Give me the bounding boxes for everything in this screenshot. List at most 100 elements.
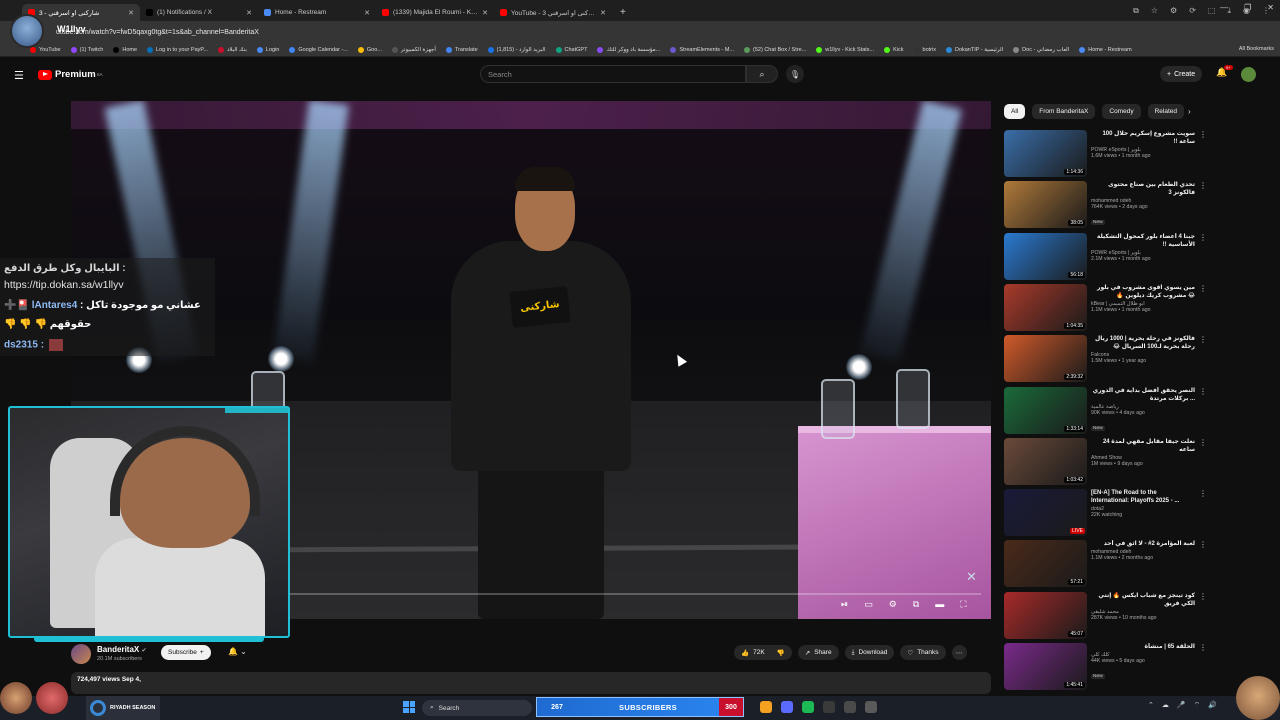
bookmark-item[interactable]: بنك البلاد [217,46,247,53]
youtube-logo[interactable]: Premium SA [38,69,103,80]
bookmark-item[interactable]: YouTube [30,46,61,53]
more-options-icon[interactable]: ⋮ [1199,233,1207,242]
captions-icon[interactable]: ▭ [864,599,873,610]
app-icon[interactable] [823,701,835,713]
more-options-icon[interactable]: ⋮ [1199,335,1207,344]
tray-chevron-icon[interactable]: ⌃ [1148,701,1154,710]
voice-search-button[interactable]: 🎙 [786,65,804,83]
new-tab-button[interactable]: + [612,7,634,21]
video-title[interactable]: الحلقة 65 | منشأة [1091,643,1195,651]
bookmark-item[interactable]: Log in to your PayP... [147,46,208,53]
video-thumbnail[interactable]: 57:21 [1004,540,1087,588]
fullscreen-icon[interactable]: ⛶ [960,599,966,610]
browser-tab[interactable]: YouTube - 3 شارکنی او اسرقني ✕ [494,4,612,21]
recommended-video[interactable]: 2:39:32 فالكونز في رحلة بحرية | 1000 ريال… [1004,335,1207,383]
bookmark-item[interactable]: StreamElements - M... [670,46,734,53]
video-thumbnail[interactable]: 45:07 [1004,591,1087,639]
refresh-icon[interactable]: ⟳ [1189,6,1196,16]
video-thumbnail[interactable]: 1:04:35 [1004,283,1087,331]
channel-name[interactable]: BanderitaX ✔ [97,645,147,654]
filter-chip[interactable]: Comedy [1102,104,1141,119]
autoplay-toggle-icon[interactable]: ⏯ [841,599,848,610]
account-avatar[interactable] [1241,67,1256,82]
download-button[interactable]: ⤓ Download [844,645,895,660]
bookmark-item[interactable]: Google Calendar -... [289,46,348,53]
address-bar[interactable]: utube.com/watch?v=fwD5qaxg0tg&t=1s&ab_ch… [0,21,1280,43]
app-icon[interactable] [844,701,856,713]
extension-icon[interactable]: ⚙ [1170,6,1177,16]
more-options-icon[interactable]: ⋮ [1199,489,1207,498]
video-description-box[interactable]: 724,497 views Sep 4, [71,672,991,694]
tab-close-icon[interactable]: ✕ [246,9,252,17]
video-thumbnail[interactable]: 1:33:14 [1004,386,1087,434]
create-button[interactable]: + Create [1160,66,1203,82]
video-title[interactable]: كود تينجز مع شباب ايكس 🔥 إنتي الكي فريق [1091,592,1195,608]
bookmark-item[interactable]: مؤسسة باد ووكر للتك... [597,46,660,53]
network-icon[interactable]: ⌔ [1194,701,1201,710]
video-title[interactable]: لعبة المؤامرة 2# - لا اثق في أحد [1091,540,1195,548]
recommended-video[interactable]: 57:21 لعبة المؤامرة 2# - لا اثق في أحد moh… [1004,540,1207,588]
recommended-video[interactable]: 45:07 كود تينجز مع شباب ايكس 🔥 إنتي الكي … [1004,591,1207,640]
recommended-video[interactable]: 56:18 جبنا 4 أعضاء بلور كمحول التشكيلة ال… [1004,232,1207,281]
tab-close-icon[interactable]: ✕ [482,9,488,17]
more-options-icon[interactable]: ⋮ [1199,592,1207,601]
filter-chip[interactable]: From BanderitaX [1032,104,1096,119]
bookmark-item[interactable]: DokanTIP - الرئيسية [945,46,1003,53]
url-text[interactable]: utube.com/watch?v=fwD5qaxg0tg&t=1s&ab_ch… [56,29,259,36]
more-options-icon[interactable]: ⋮ [1199,284,1207,293]
video-thumbnail[interactable]: 2:39:32 [1004,335,1087,383]
video-thumbnail[interactable]: 56:18 [1004,232,1087,280]
video-thumbnail[interactable]: 1:03:42 [1004,437,1087,485]
bookmark-item[interactable]: Kick [884,46,904,53]
video-title[interactable]: النصر يحقق أفضل بداية في الدوري ... بركل… [1091,387,1195,403]
share-button[interactable]: ↗ Share [797,645,839,660]
recommended-video[interactable]: LIVE [EN-A] The Road to the International… [1004,489,1207,537]
search-input[interactable]: Search [480,65,746,83]
miniplayer-icon[interactable]: ⧉ [913,599,919,610]
filter-chip[interactable]: Related [1147,104,1184,119]
mic-tray-icon[interactable]: 🎤 [1177,701,1186,710]
download-icon[interactable]: ⤓ [1227,6,1231,16]
app-icon[interactable] [760,701,772,713]
bookmark-item[interactable]: Doc - العاب رمضاني [1013,46,1069,53]
browser-tab[interactable]: Home - Restream ✕ [258,4,376,21]
video-thumbnail[interactable]: LIVE [1004,489,1087,537]
browser-tab[interactable]: شارکنی او اسرقني - 3 ✕ [22,4,140,21]
channel-avatar[interactable] [71,644,91,664]
windows-start-icon[interactable] [403,701,415,713]
video-title[interactable]: سويت مشروع إسكريم خلال 100 ساعة !! [1091,130,1195,146]
chevron-right-icon[interactable]: › [1188,107,1191,116]
bookmark-item[interactable]: w1llyv - Kick Stats... [816,46,874,53]
spotify-icon[interactable] [802,701,814,713]
video-thumbnail[interactable]: 38:05 [1004,181,1087,229]
taskbar-search[interactable]: ⌕ Search [422,700,532,716]
star-icon[interactable]: ☆ [1151,6,1158,16]
bookmark-item[interactable]: أجهزة الكمبيوتر [391,46,436,53]
browser-tab[interactable]: (1339) Majida El Roumi - Kalim ✕ [376,4,494,21]
recommended-video[interactable]: 1:04:35 مين يسوي اقوى مشروب في بلور 😂 مشر… [1004,283,1207,332]
search-button[interactable]: ⌕ [746,65,778,83]
like-button[interactable]: 👍 72K 👎 [734,645,792,660]
subscribe-button[interactable]: Subscribe + [161,645,211,660]
more-actions-button[interactable]: ⋯ [951,645,967,660]
bookmark-item[interactable]: Translate [445,46,478,53]
bookmark-item[interactable]: botrix [913,46,936,53]
app-icon[interactable] [865,701,877,713]
filter-chip[interactable]: All [1004,104,1026,119]
video-title[interactable]: فالكونز في رحلة بحرية | 1000 ريال رحلة ب… [1091,335,1195,351]
app-icon[interactable] [781,701,793,713]
video-title[interactable]: جبنا 4 أعضاء بلور كمحول التشكيلة الأساسي… [1091,233,1195,249]
tab-close-icon[interactable]: ✕ [364,9,370,17]
more-options-icon[interactable]: ⋮ [1199,181,1207,190]
more-options-icon[interactable]: ⋮ [1199,130,1207,139]
video-title[interactable]: تحدي الطعام بين صناع محتوى فالكونز 3 [1091,181,1195,197]
browser-tab[interactable]: (1) Notifications / X ✕ [140,4,258,21]
bookmark-item[interactable]: Home - Restream [1079,46,1132,53]
menu-icon[interactable]: ⋮ [1262,6,1270,16]
more-options-icon[interactable]: ⋮ [1199,643,1207,652]
bookmark-item[interactable]: ChatGPT [555,46,587,53]
bookmark-item[interactable]: البريد الوارد - (1,815) [487,46,546,53]
recommended-video[interactable]: 1:45:41 الحلقة 65 | منشأة كلك كلي 44K views… [1004,643,1207,691]
video-title[interactable]: [EN-A] The Road to the International: Pl… [1091,489,1195,505]
all-bookmarks-button[interactable]: All Bookmarks [1239,46,1274,52]
